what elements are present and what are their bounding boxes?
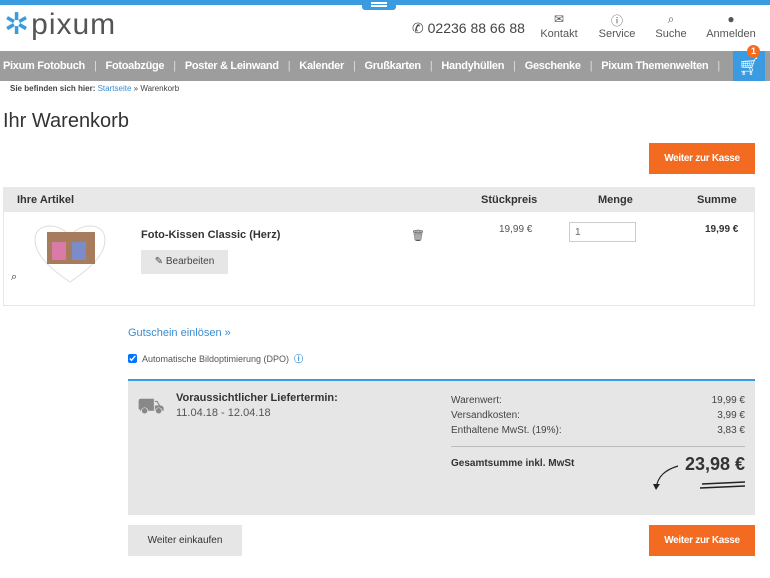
phone-number: ✆ 02236 88 66 88 [412,20,525,36]
header-suche[interactable]: ⌕ Suche [646,12,696,40]
voucher-link[interactable]: Gutschein einlösen » [128,327,231,339]
price-lines: Warenwert: 19,99 € Versandkosten: 3,99 € E… [451,395,745,436]
checkout-button-bottom[interactable]: Weiter zur Kasse [649,525,755,556]
page-title: Ihr Warenkorb [3,110,129,132]
product-thumbnail[interactable] [30,222,110,284]
header-kontakt[interactable]: ✉ Kontakt [534,12,584,40]
cart-item-row [3,212,755,306]
cart-table-header: Ihre Artikel Stückpreis Menge Summe [3,187,755,212]
nav-grusskarten[interactable]: Grußkarten [365,60,422,72]
nav-fotobuch[interactable]: Pixum Fotobuch [3,60,85,72]
phone-icon: ✆ [412,20,428,36]
nav-handyhuellen[interactable]: Handyhüllen [441,60,504,72]
total-label: Gesamtsumme inkl. MwSt [451,458,575,469]
trash-icon[interactable]: 🗑︎ [411,229,425,242]
menu-toggle[interactable] [362,0,396,10]
cart-count-badge: 1 [747,45,760,58]
quantity-input[interactable] [569,222,636,242]
dpo-option: Automatische Bildoptimierung (DPO) ⓘ [128,352,303,365]
sun-logo-icon: ✲ [4,8,30,41]
divider [451,446,745,447]
nav-geschenke[interactable]: Geschenke [525,60,581,72]
edit-icon: ✎ [154,256,166,267]
breadcrumb: Sie befinden sich hier: Startseite » War… [10,84,180,93]
nav-fotoabzuege[interactable]: Fotoabzüge [106,60,165,72]
logo[interactable]: ✲ pixum [4,10,116,40]
item-sum: 19,99 € [705,224,739,235]
dpo-checkbox[interactable] [128,354,137,363]
info-icon[interactable]: ⓘ [294,352,303,365]
arrow-underline-icon [653,465,746,490]
help-icon: ⓘ [610,14,623,28]
header-anmelden[interactable]: ● Anmelden [706,12,756,40]
delivery-truck-icon: ⛟ [137,393,165,418]
product-name[interactable]: Foto-Kissen Classic (Herz) [141,229,280,241]
search-icon: ⌕ [667,12,675,26]
cart-icon: 🛒︎ [738,57,760,76]
edit-button[interactable]: ✎ Bearbeiten [141,250,228,274]
delivery-label: Voraussichtlicher Liefertermin: [176,392,338,404]
checkout-button-top[interactable]: Weiter zur Kasse [649,143,755,174]
breadcrumb-home[interactable]: Startseite [98,84,132,93]
delivery-dates: 11.04.18 - 12.04.18 [176,407,271,419]
nav-kalender[interactable]: Kalender [299,60,344,72]
nav-poster[interactable]: Poster & Leinwand [185,60,279,72]
zoom-icon[interactable]: ⌕ [11,271,17,284]
main-nav: Pixum Fotobuch | Fotoabzüge | Poster & Lei… [0,51,770,81]
mail-icon: ✉ [553,12,565,26]
user-icon: ● [727,12,735,26]
header-service[interactable]: ⓘ Service [592,12,642,40]
nav-themenwelten[interactable]: Pixum Themenwelten [601,60,708,72]
unit-price: 19,99 € [499,224,533,235]
continue-shopping-button[interactable]: Weiter einkaufen [128,525,242,556]
